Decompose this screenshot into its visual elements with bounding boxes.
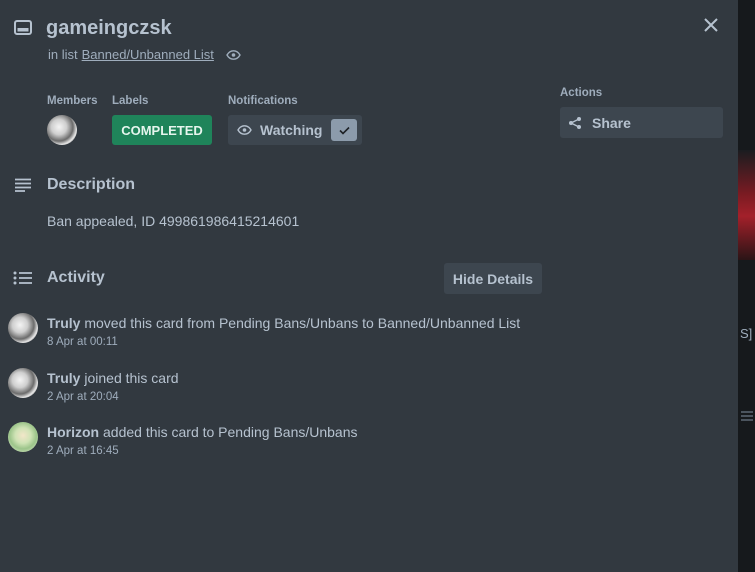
activity-user[interactable]: Truly bbox=[47, 370, 80, 386]
in-list-prefix: in list bbox=[48, 47, 78, 62]
list-breadcrumb: in list Banned/Unbanned List bbox=[48, 47, 241, 62]
eye-icon bbox=[237, 125, 252, 135]
share-button[interactable]: Share bbox=[560, 107, 723, 138]
activity-action: added this card to Pending Bans/Unbans bbox=[103, 424, 358, 440]
activity-user[interactable]: Horizon bbox=[47, 424, 99, 440]
avatar[interactable] bbox=[8, 368, 38, 398]
avatar[interactable] bbox=[8, 422, 38, 452]
activity-timestamp[interactable]: 2 Apr at 20:04 bbox=[47, 391, 119, 403]
eye-icon bbox=[226, 49, 241, 60]
board-backdrop: S] bbox=[738, 0, 755, 572]
activity-user[interactable]: Truly bbox=[47, 315, 80, 331]
labels-label: Labels bbox=[112, 95, 149, 107]
members-label: Members bbox=[47, 95, 98, 107]
activity-entry: Truly joined this card bbox=[47, 370, 179, 386]
close-icon[interactable] bbox=[703, 17, 719, 33]
description-icon bbox=[14, 178, 32, 197]
background-image-fragment bbox=[738, 150, 755, 260]
activity-entry: Truly moved this card from Pending Bans/… bbox=[47, 315, 520, 331]
watch-button-label: Watching bbox=[260, 122, 323, 138]
activity-action: joined this card bbox=[84, 370, 179, 386]
close-button[interactable] bbox=[698, 12, 724, 38]
actions-label: Actions bbox=[560, 87, 603, 99]
share-button-label: Share bbox=[592, 114, 631, 131]
activity-timestamp[interactable]: 2 Apr at 16:45 bbox=[47, 445, 119, 457]
card-detail-modal: gameingczsk in list Banned/Unbanned List… bbox=[0, 0, 738, 572]
activity-entry: Horizon added this card to Pending Bans/… bbox=[47, 424, 358, 440]
watching-checkbox[interactable] bbox=[331, 119, 357, 141]
check-icon bbox=[338, 126, 350, 135]
background-menu-icon bbox=[741, 408, 753, 426]
activity-action: moved this card from Pending Bans/Unbans… bbox=[84, 315, 521, 331]
card-icon bbox=[14, 20, 32, 36]
background-text-fragment: S] bbox=[740, 326, 753, 341]
hide-details-button[interactable]: Hide Details bbox=[444, 263, 542, 294]
share-icon bbox=[568, 116, 582, 130]
card-title[interactable]: gameingczsk bbox=[46, 17, 172, 40]
label-completed[interactable]: COMPLETED bbox=[112, 115, 212, 145]
activity-timestamp[interactable]: 8 Apr at 00:11 bbox=[47, 336, 118, 348]
notifications-label: Notifications bbox=[228, 95, 298, 107]
avatar[interactable] bbox=[47, 115, 77, 145]
activity-icon bbox=[13, 271, 33, 290]
list-link[interactable]: Banned/Unbanned List bbox=[82, 47, 214, 62]
activity-title: Activity bbox=[47, 269, 105, 286]
description-text[interactable]: Ban appealed, ID 499861986415214601 bbox=[47, 213, 299, 229]
avatar[interactable] bbox=[8, 313, 38, 343]
description-title: Description bbox=[47, 176, 136, 193]
watch-button[interactable]: Watching bbox=[228, 115, 362, 145]
